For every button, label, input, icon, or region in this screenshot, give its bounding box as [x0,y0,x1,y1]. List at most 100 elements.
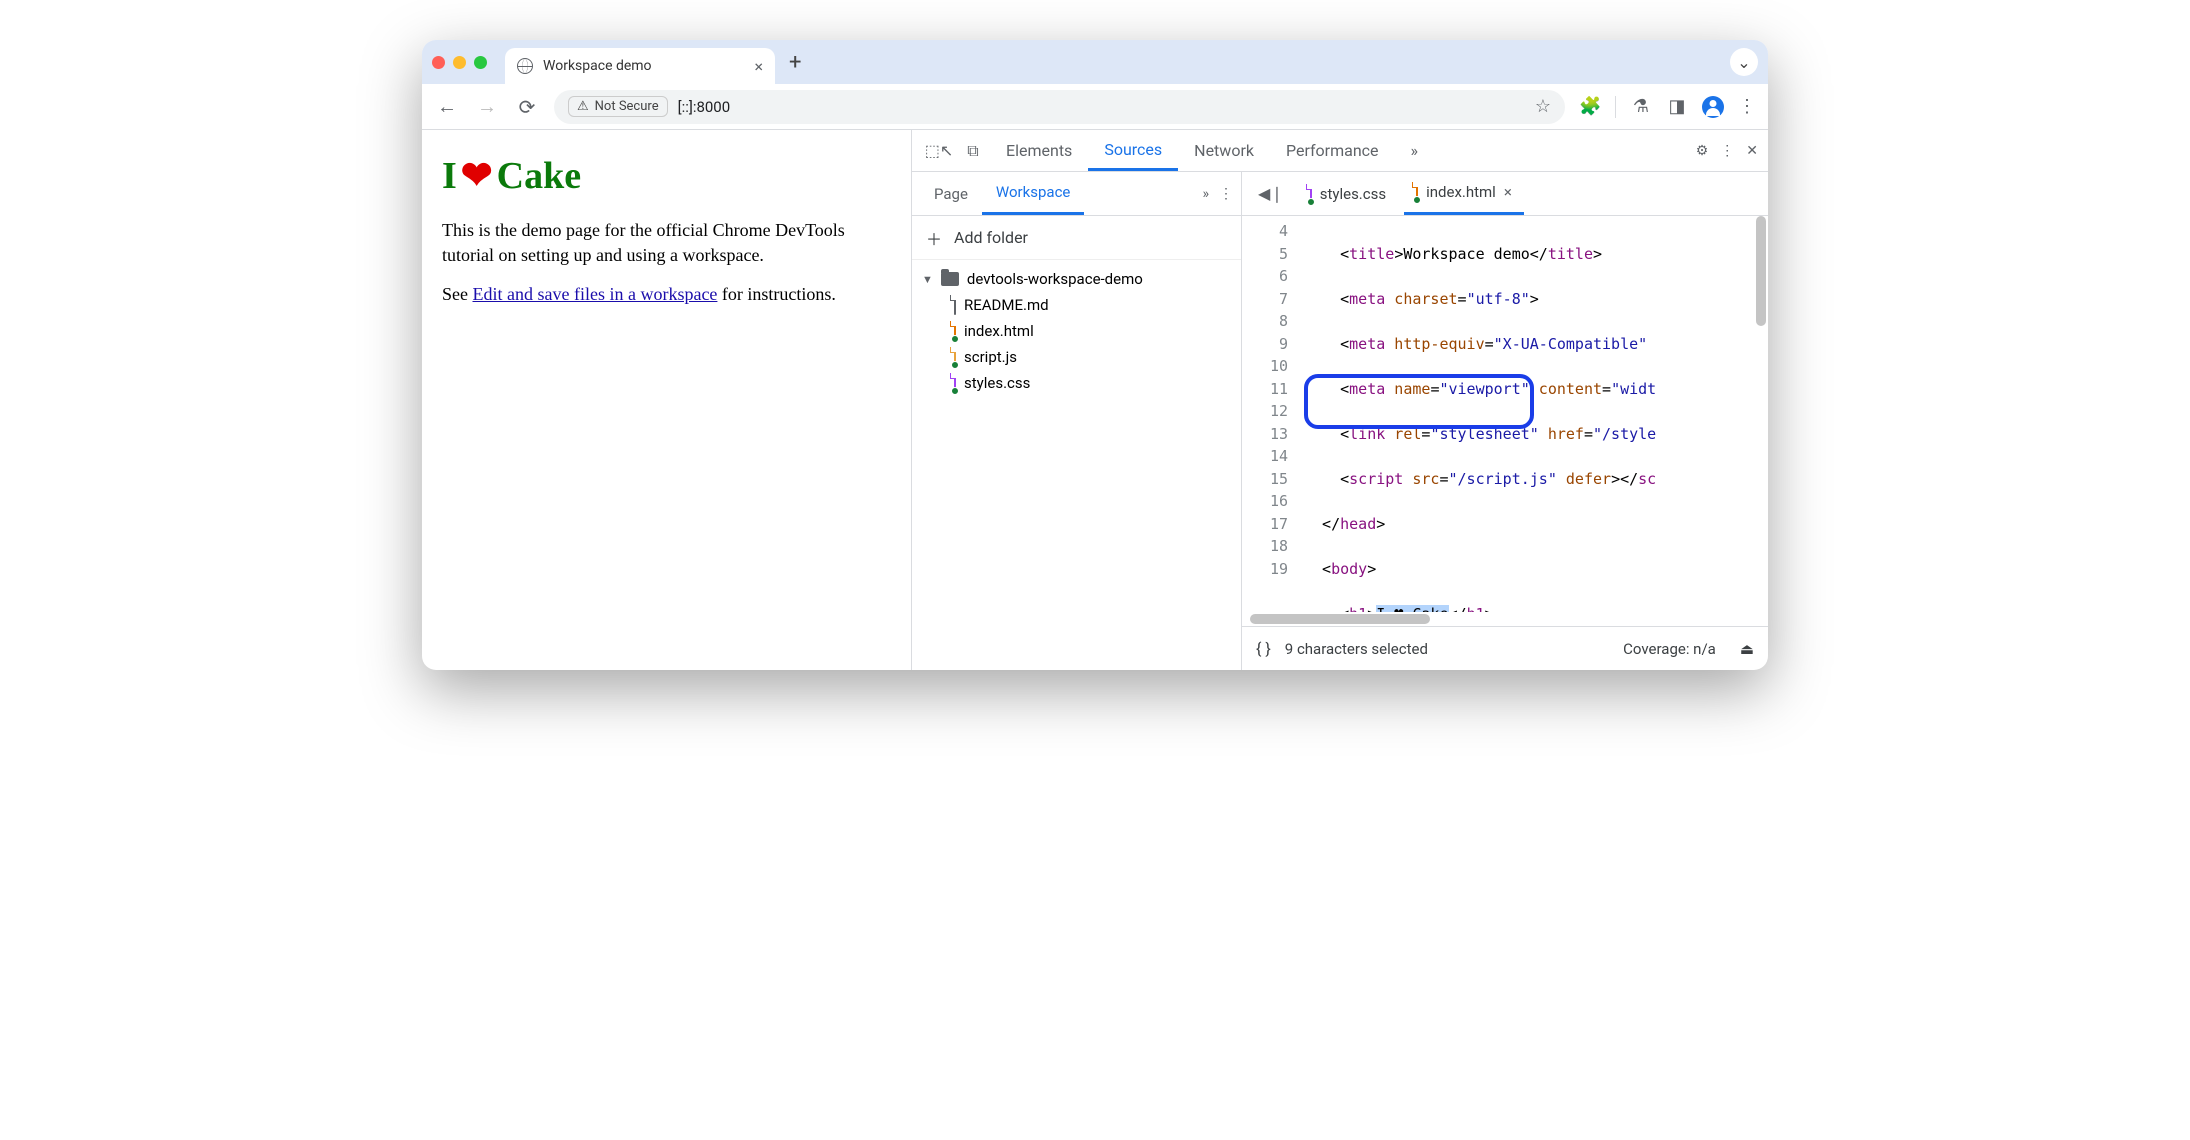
rendered-page: I ❤ Cake This is the demo page for the o… [422,130,912,670]
line-num: 4 [1242,220,1288,243]
side-panel-icon[interactable]: ◨ [1666,96,1688,117]
editor-tabs: ◀❘ styles.css index.html × [1242,172,1768,216]
tutorial-link[interactable]: Edit and save files in a workspace [473,284,718,304]
reload-button[interactable]: ⟳ [514,95,540,119]
pretty-print-icon[interactable]: { } [1256,639,1271,658]
page-paragraph-1: This is the demo page for the official C… [442,218,891,268]
close-file-tab-icon[interactable]: × [1504,183,1512,201]
line-num: 13 [1242,423,1288,446]
nav-menu-icon[interactable]: ⋮ [1219,186,1233,202]
file-tree: ▼ devtools-workspace-demo README.md inde… [912,260,1241,402]
file-tab-styles[interactable]: styles.css [1298,172,1398,215]
mapped-dot-icon [951,361,959,369]
selection-status: 9 characters selected [1285,640,1428,658]
page-heading: I ❤ Cake [442,154,891,198]
code-content[interactable]: <title>Workspace demo</title> <meta char… [1296,216,1768,612]
sources-navigator: Page Workspace » ⋮ ＋ Add folder ▼ [912,172,1242,670]
line-num: 11 [1242,378,1288,401]
coverage-status: Coverage: n/a [1623,640,1716,658]
maximize-window-button[interactable] [474,56,487,69]
nav-more-icon[interactable]: » [1202,186,1209,202]
line-num: 10 [1242,355,1288,378]
tree-file-script[interactable]: script.js [912,344,1241,370]
code-area[interactable]: 4 5 6 7 8 9 10 11 12 13 14 15 16 17 18 1… [1242,216,1768,612]
line-gutter: 4 5 6 7 8 9 10 11 12 13 14 15 16 17 18 1… [1242,216,1296,612]
line-num: 19 [1242,558,1288,581]
line-num: 9 [1242,333,1288,356]
address-bar[interactable]: ⚠ Not Secure [::]:8000 ☆ [554,90,1565,124]
close-devtools-icon[interactable]: ✕ [1746,143,1758,159]
heading-text-pre: I [442,154,457,198]
back-button[interactable]: ← [434,94,460,119]
tree-file-readme[interactable]: README.md [912,292,1241,318]
navigator-tabs: Page Workspace » ⋮ [912,172,1241,216]
minimize-window-button[interactable] [453,56,466,69]
new-tab-button[interactable]: + [783,50,807,75]
line-num: 12 [1242,400,1288,423]
browser-window: Workspace demo × + ⌄ ← → ⟳ ⚠ Not Secure … [422,40,1768,670]
file-icon [954,295,956,315]
devtools-tab-bar: ⬚↖ ⧉ Elements Sources Network Performanc… [912,130,1768,172]
editor-statusbar: { } 9 characters selected Coverage: n/a … [1242,626,1768,670]
security-label: Not Secure [595,99,659,114]
tab-performance[interactable]: Performance [1270,130,1395,171]
toolbar-divider [1615,96,1616,118]
scroll-thumb[interactable] [1756,216,1766,326]
tab-sources[interactable]: Sources [1088,130,1178,171]
devtools-right-controls: ⚙ ⋮ ✕ [1696,143,1758,159]
para2-pre: See [442,284,473,304]
file-tab-index[interactable]: index.html × [1404,172,1524,215]
mapped-dot-icon [951,335,959,343]
mapped-dot-icon [951,387,959,395]
bookmark-star-icon[interactable]: ☆ [1535,96,1551,117]
scroll-thumb[interactable] [1250,614,1430,624]
browser-tab[interactable]: Workspace demo × [505,48,775,84]
settings-gear-icon[interactable]: ⚙ [1696,143,1709,159]
device-toolbar-icon[interactable]: ⧉ [956,141,990,161]
file-tab-label: styles.css [1320,185,1386,203]
browser-menu-icon[interactable]: ⋮ [1738,96,1756,117]
horizontal-scrollbar[interactable] [1242,612,1768,626]
line-num: 14 [1242,445,1288,468]
file-label: index.html [964,322,1034,340]
close-window-button[interactable] [432,56,445,69]
tab-network[interactable]: Network [1178,130,1270,171]
tab-title: Workspace demo [543,58,652,74]
folder-label: devtools-workspace-demo [967,270,1143,288]
tab-more[interactable]: » [1395,130,1435,171]
plus-icon: ＋ [926,226,942,250]
line-num: 5 [1242,243,1288,266]
url-text: [::]:8000 [678,98,731,116]
caret-down-icon: ▼ [922,273,933,286]
heart-icon: ❤ [461,157,493,195]
tree-file-index[interactable]: index.html [912,318,1241,344]
page-paragraph-2: See Edit and save files in a workspace f… [442,282,891,307]
close-tab-icon[interactable]: × [754,57,763,76]
browser-toolbar: ← → ⟳ ⚠ Not Secure [::]:8000 ☆ 🧩 ⚗ ◨ ⋮ [422,84,1768,130]
labs-icon[interactable]: ⚗ [1630,96,1652,117]
vertical-scrollbar[interactable] [1754,216,1768,556]
nav-tab-page[interactable]: Page [920,172,982,215]
devtools-panel: ⬚↖ ⧉ Elements Sources Network Performanc… [912,130,1768,670]
devtools-menu-icon[interactable]: ⋮ [1720,143,1734,159]
warning-icon: ⚠ [577,99,589,114]
tree-file-styles[interactable]: styles.css [912,370,1241,396]
heading-text-post: Cake [497,154,581,198]
drawer-toggle-icon[interactable]: ⏏ [1740,640,1754,658]
tab-strip: Workspace demo × + ⌄ [422,40,1768,84]
line-num: 8 [1242,310,1288,333]
tab-list-button[interactable]: ⌄ [1730,48,1758,76]
nav-tab-workspace[interactable]: Workspace [982,172,1084,215]
mapped-dot-icon [1307,198,1315,206]
tab-elements[interactable]: Elements [990,130,1088,171]
inspect-icon[interactable]: ⬚↖ [922,141,956,160]
security-badge[interactable]: ⚠ Not Secure [568,96,668,117]
add-folder-label: Add folder [954,228,1028,247]
forward-button[interactable]: → [474,94,500,119]
add-folder-button[interactable]: ＋ Add folder [912,216,1241,260]
line-num: 17 [1242,513,1288,536]
extensions-icon[interactable]: 🧩 [1579,96,1601,117]
profile-avatar[interactable] [1702,96,1724,118]
tree-folder-row[interactable]: ▼ devtools-workspace-demo [912,266,1241,292]
toggle-navigator-icon[interactable]: ◀❘ [1250,184,1292,203]
